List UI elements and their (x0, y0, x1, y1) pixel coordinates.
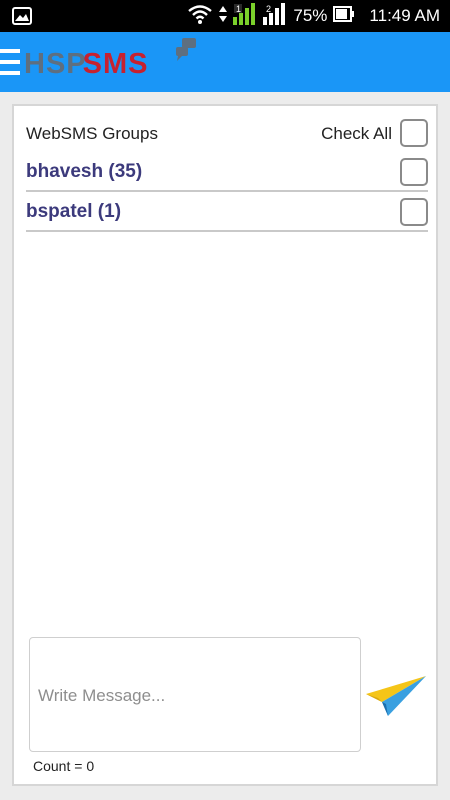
group-row-bspatel[interactable]: bspatel (1) (26, 192, 428, 232)
image-icon (12, 7, 32, 30)
groups-title: WebSMS Groups (26, 124, 158, 143)
groups-card: WebSMS Groups Check All bhavesh (35) bsp… (12, 104, 438, 786)
check-all-label: Check All (321, 124, 392, 143)
check-all-checkbox[interactable] (400, 119, 428, 147)
svg-text:1: 1 (236, 4, 241, 14)
send-button[interactable] (364, 672, 428, 720)
menu-icon[interactable] (0, 49, 20, 75)
group-checkbox[interactable] (400, 198, 428, 226)
message-box (29, 637, 361, 752)
group-checkbox[interactable] (400, 158, 428, 186)
svg-text:2: 2 (266, 4, 271, 14)
app-logo: HSP SMS (24, 38, 196, 84)
status-bar: 1 2 75% 11:49 AM (0, 0, 450, 32)
group-row-bhavesh[interactable]: bhavesh (35) (26, 152, 428, 192)
battery-icon (333, 5, 355, 27)
group-name[interactable]: bhavesh (35) (26, 161, 142, 183)
battery-percent: 75% (293, 6, 328, 25)
wifi-icon (187, 4, 213, 29)
signal-icon: 2 (263, 2, 287, 30)
character-count: Count = 0 (33, 758, 95, 774)
app-bar: HSP SMS (0, 32, 450, 92)
clock: 11:49 AM (369, 6, 440, 25)
groups-header: WebSMS Groups Check All (26, 118, 428, 148)
chat-bubbles-icon (174, 38, 200, 69)
data-transfer-icon (219, 4, 228, 29)
group-name[interactable]: bspatel (1) (26, 201, 121, 223)
signal-icon: 1 (233, 2, 257, 30)
send-paper-plane-icon[interactable] (364, 672, 428, 720)
message-input[interactable] (30, 638, 360, 751)
